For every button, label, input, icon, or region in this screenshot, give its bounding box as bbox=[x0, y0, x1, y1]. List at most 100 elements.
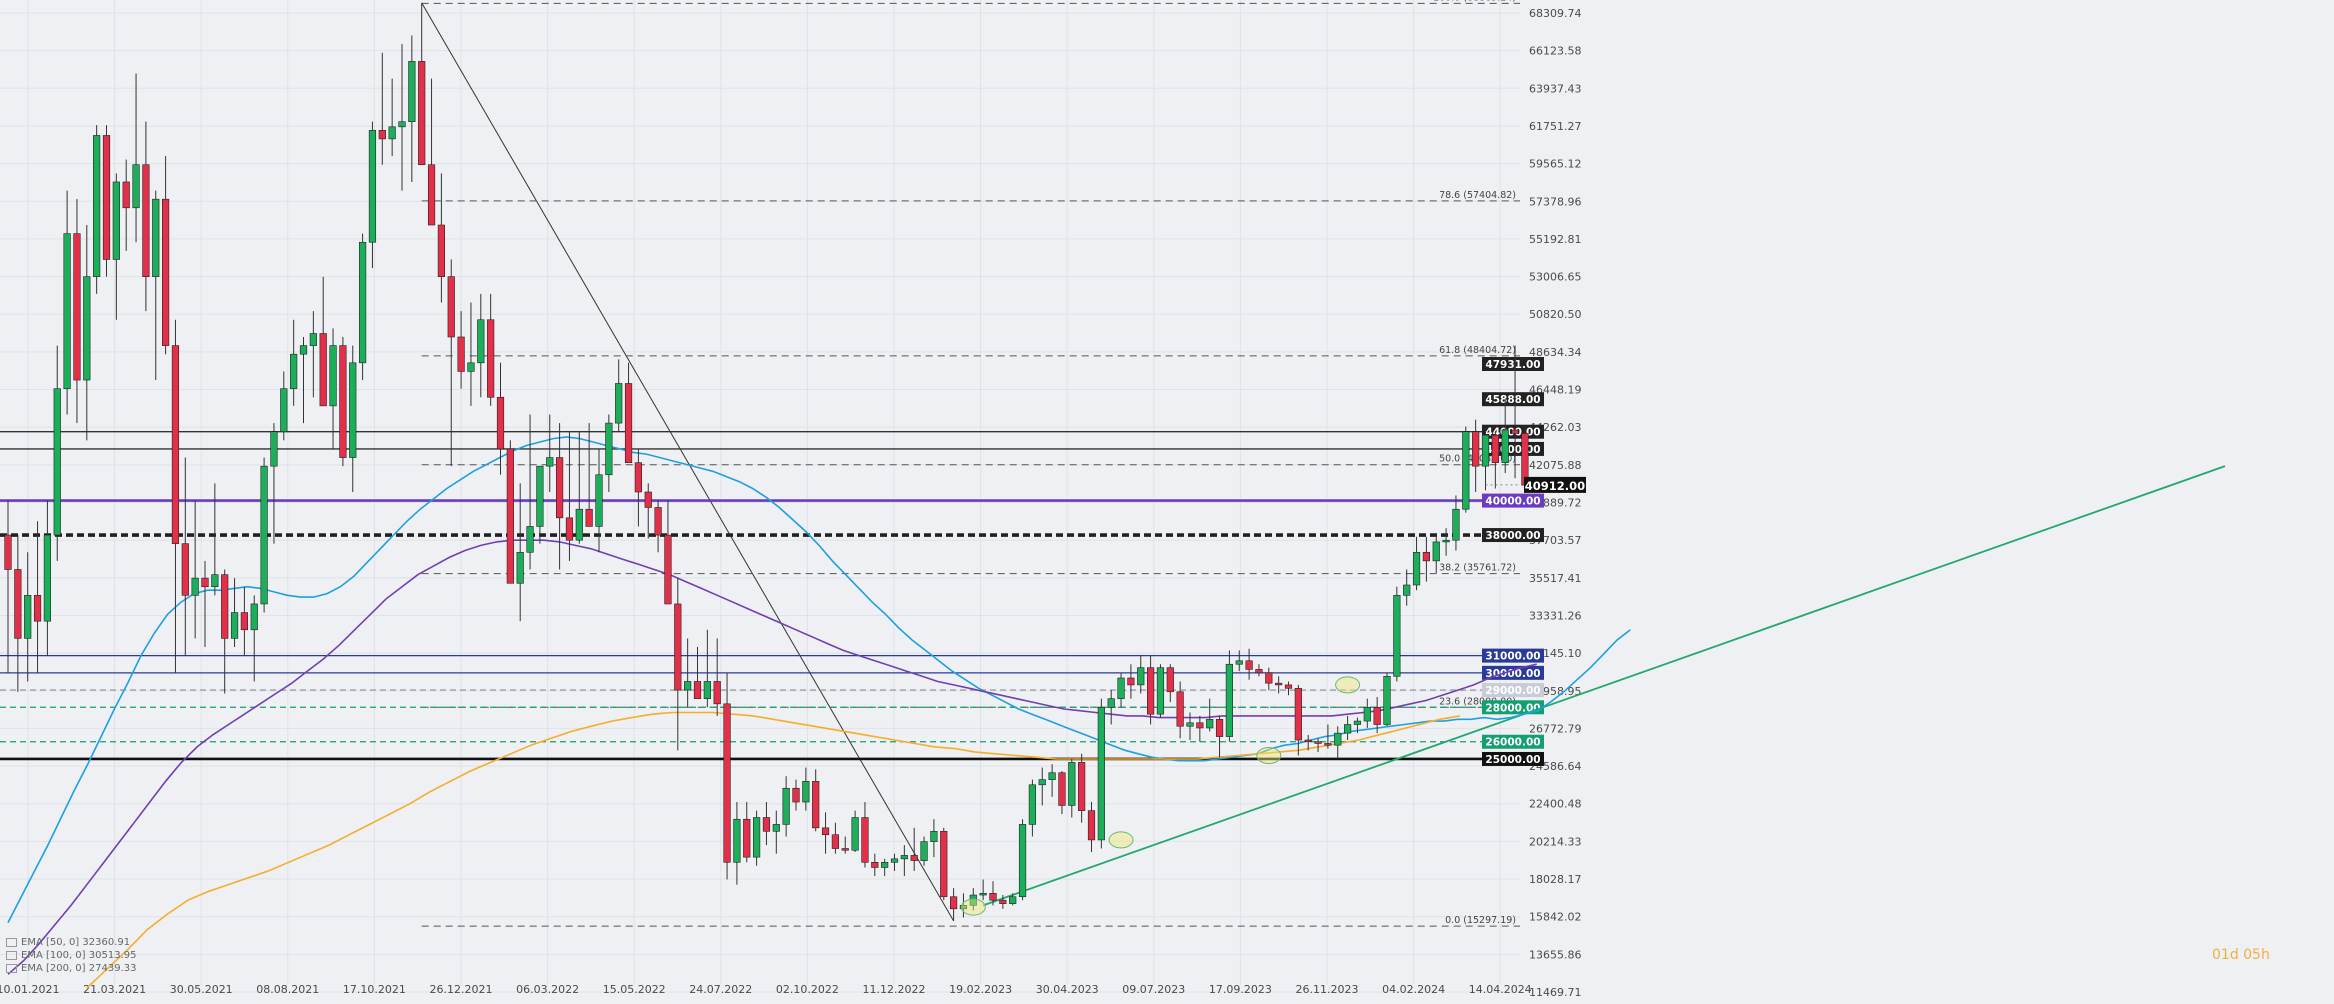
candle-body[interactable] bbox=[1422, 551, 1430, 562]
candle-body[interactable] bbox=[989, 893, 997, 901]
candle-body[interactable] bbox=[1442, 539, 1450, 543]
candle-body[interactable] bbox=[1363, 706, 1371, 722]
candle-body[interactable] bbox=[1028, 784, 1036, 825]
ema-legend-row[interactable]: EMA [200, 0] 27439.33 bbox=[6, 962, 136, 975]
candle-body[interactable] bbox=[1314, 741, 1322, 744]
candle-body[interactable] bbox=[1403, 584, 1411, 596]
candle-body[interactable] bbox=[201, 577, 209, 588]
candle-body[interactable] bbox=[831, 834, 839, 849]
candle-body[interactable] bbox=[1294, 688, 1302, 741]
candle-body[interactable] bbox=[1058, 772, 1066, 806]
candle-body[interactable] bbox=[565, 517, 574, 541]
candle-body[interactable] bbox=[555, 457, 564, 519]
candle-body[interactable] bbox=[605, 422, 613, 476]
candle-body[interactable] bbox=[1176, 691, 1184, 727]
candle-body[interactable] bbox=[644, 491, 652, 508]
candle-body[interactable] bbox=[162, 198, 170, 346]
candle-body[interactable] bbox=[280, 388, 288, 433]
candle-body[interactable] bbox=[142, 164, 150, 277]
candle-body[interactable] bbox=[1344, 724, 1352, 734]
candle-body[interactable] bbox=[1097, 706, 1105, 841]
candle-body[interactable] bbox=[408, 61, 416, 122]
candle-body[interactable] bbox=[772, 824, 780, 832]
candle-body[interactable] bbox=[575, 508, 583, 541]
candle-body[interactable] bbox=[1107, 698, 1115, 708]
candle-body[interactable] bbox=[358, 241, 367, 364]
candle-body[interactable] bbox=[270, 431, 278, 467]
candle-body[interactable] bbox=[191, 577, 199, 596]
candle-body[interactable] bbox=[211, 574, 219, 588]
candle-body[interactable] bbox=[506, 448, 514, 584]
candle-body[interactable] bbox=[418, 61, 426, 166]
candle-body[interactable] bbox=[949, 896, 958, 910]
candle-body[interactable] bbox=[585, 508, 593, 527]
candle-body[interactable] bbox=[526, 526, 534, 553]
candle-body[interactable] bbox=[930, 830, 938, 842]
candle-body[interactable] bbox=[1324, 743, 1332, 746]
candle-body[interactable] bbox=[1452, 508, 1460, 541]
candle-body[interactable] bbox=[812, 781, 820, 829]
candle-body[interactable] bbox=[910, 855, 918, 861]
candle-body[interactable] bbox=[368, 129, 377, 243]
candle-body[interactable] bbox=[674, 603, 682, 691]
candle-body[interactable] bbox=[349, 362, 357, 458]
candle-body[interactable] bbox=[1393, 595, 1401, 677]
candle-body[interactable] bbox=[132, 164, 140, 209]
candle-body[interactable] bbox=[1304, 739, 1312, 743]
candle-body[interactable] bbox=[654, 507, 662, 536]
candle-body[interactable] bbox=[1275, 682, 1283, 686]
chart-svg[interactable]: 68309.74 66123.58 63937.43 61751.27 59565.12… bbox=[0, 0, 2334, 1000]
candle-body[interactable] bbox=[152, 198, 160, 277]
candle-body[interactable] bbox=[851, 817, 859, 851]
ema-legend-row[interactable]: EMA [50, 0] 32360.91 bbox=[6, 936, 136, 949]
candle-body[interactable] bbox=[703, 681, 711, 699]
candle-body[interactable] bbox=[447, 276, 455, 338]
candle-body[interactable] bbox=[83, 276, 91, 381]
candle-body[interactable] bbox=[595, 474, 603, 527]
candle-body[interactable] bbox=[1245, 660, 1253, 670]
candle-body[interactable] bbox=[1383, 675, 1391, 725]
candle-body[interactable] bbox=[53, 388, 61, 536]
candle-body[interactable] bbox=[290, 353, 298, 389]
candle-body[interactable] bbox=[821, 827, 830, 836]
candle-body[interactable] bbox=[1009, 896, 1017, 904]
candle-body[interactable] bbox=[733, 818, 741, 863]
candle-body[interactable] bbox=[339, 345, 347, 458]
candle-body[interactable] bbox=[467, 362, 475, 372]
candle-body[interactable] bbox=[920, 841, 928, 861]
candle-body[interactable] bbox=[240, 612, 249, 631]
candle-body[interactable] bbox=[122, 181, 130, 209]
candle-body[interactable] bbox=[73, 233, 81, 381]
candle-body[interactable] bbox=[940, 830, 948, 898]
candle-body[interactable] bbox=[1265, 672, 1273, 684]
candle-body[interactable] bbox=[802, 781, 810, 803]
candle-body[interactable] bbox=[684, 681, 692, 691]
candle-body[interactable] bbox=[664, 534, 672, 605]
candle-body[interactable] bbox=[4, 534, 12, 570]
candle-body[interactable] bbox=[398, 121, 406, 128]
candle-body[interactable] bbox=[309, 333, 317, 346]
candle-body[interactable] bbox=[1156, 667, 1165, 715]
candle-body[interactable] bbox=[299, 345, 308, 355]
candle-body[interactable] bbox=[782, 787, 790, 825]
candle-body[interactable] bbox=[1166, 667, 1174, 693]
candle-body[interactable] bbox=[1078, 762, 1086, 811]
candle-body[interactable] bbox=[1501, 429, 1509, 464]
candle-body[interactable] bbox=[427, 164, 436, 226]
candle-body[interactable] bbox=[1255, 669, 1263, 674]
candle-body[interactable] bbox=[171, 345, 180, 544]
candle-body[interactable] bbox=[1068, 762, 1076, 806]
candle-body[interactable] bbox=[43, 534, 51, 622]
candle-body[interactable] bbox=[1412, 551, 1421, 586]
candle-body[interactable] bbox=[221, 574, 229, 639]
candle-body[interactable] bbox=[1087, 810, 1096, 841]
candle-body[interactable] bbox=[1127, 677, 1135, 686]
candle-body[interactable] bbox=[102, 135, 111, 260]
candle-body[interactable] bbox=[1284, 684, 1293, 689]
candle-body[interactable] bbox=[979, 893, 987, 896]
candle-body[interactable] bbox=[477, 319, 485, 364]
candle-body[interactable] bbox=[1511, 429, 1519, 434]
candle-body[interactable] bbox=[230, 612, 239, 639]
candle-body[interactable] bbox=[792, 787, 800, 803]
candle-body[interactable] bbox=[63, 233, 71, 389]
